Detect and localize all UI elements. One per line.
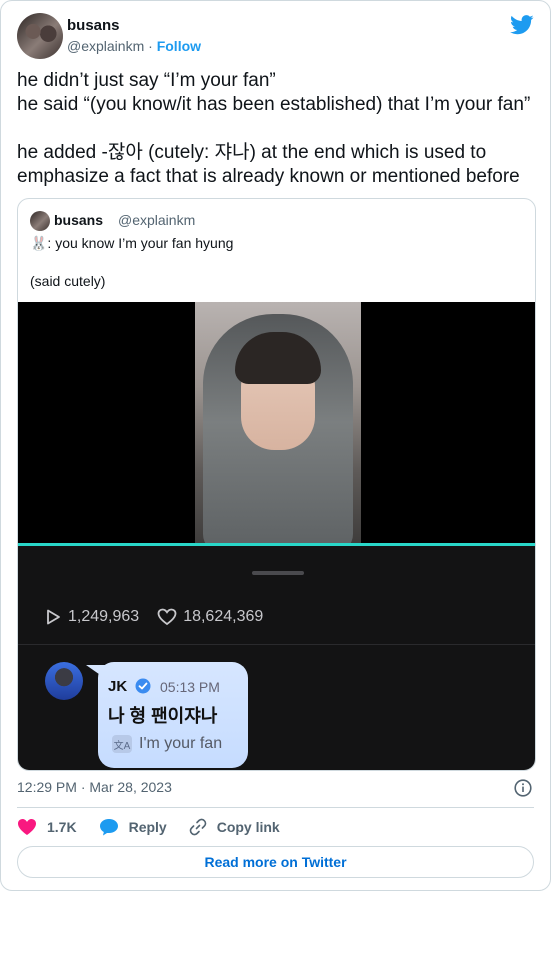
copy-link-button[interactable]: Copy link — [189, 818, 280, 836]
chat-time: 05:13 PM — [160, 679, 220, 695]
tweet-line: he didn’t just say “I’m your fan” — [17, 70, 276, 91]
author-handle[interactable]: @explainkm — [67, 38, 144, 54]
follow-link[interactable]: Follow — [157, 38, 201, 54]
chat-message: 나 형 팬이쟈나 — [108, 706, 218, 726]
sheet-drag-handle — [252, 571, 304, 575]
quoted-text-line: (said cutely) — [30, 273, 106, 289]
like-count: 1.7K — [47, 819, 77, 835]
reply-bubble-icon — [99, 819, 118, 836]
likes-count: 18,624,369 — [183, 608, 264, 625]
tweet-header: busans @explainkm · Follow — [17, 13, 534, 61]
twitter-bird-icon[interactable] — [510, 15, 534, 35]
chat-sender-avatar — [45, 662, 83, 700]
chat-sender-name: JK — [108, 678, 128, 695]
tweet-text: he didn’t just say “I’m your fan” he sai… — [17, 69, 537, 189]
quoted-media[interactable]: 1,249,963 18,624,369 JK 05:13 PM 나 형 팬이쟈… — [18, 302, 535, 770]
quoted-author-avatar — [30, 211, 50, 231]
translate-icon: 文A — [112, 735, 132, 753]
author-avatar[interactable] — [17, 13, 63, 59]
author-handle-row: @explainkm · Follow — [67, 38, 201, 54]
views-count: 1,249,963 — [68, 608, 140, 625]
media-divider — [18, 644, 535, 645]
author-name[interactable]: busans — [67, 17, 120, 34]
tweet-line: he added -잖아 (cutely: 쟈나) at the end whi… — [17, 142, 520, 187]
verified-check-icon — [135, 678, 151, 694]
quoted-author-name: busans — [54, 212, 104, 228]
quoted-author-handle: @explainkm — [118, 212, 196, 228]
views-stat: 1,249,963 — [44, 608, 139, 626]
copy-link-label: Copy link — [216, 819, 280, 835]
info-icon[interactable] — [514, 779, 532, 797]
reply-label: Reply — [128, 819, 167, 835]
tweet-timestamp[interactable]: 12:29 PM · Mar 28, 2023 — [17, 779, 172, 795]
read-more-button[interactable]: Read more on Twitter — [17, 846, 534, 878]
reply-button[interactable]: Reply — [99, 818, 167, 836]
actions-divider — [17, 807, 534, 808]
heart-icon — [18, 819, 36, 835]
quoted-text-line: 🐰: you know I’m your fan hyung — [30, 235, 234, 251]
video-stats: 1,249,963 18,624,369 — [44, 606, 281, 628]
quoted-tweet[interactable]: busans @explainkm 🐰: you know I’m your f… — [17, 198, 536, 771]
link-icon — [189, 818, 207, 836]
heart-outline-icon — [157, 608, 177, 626]
tweet-actions: 1.7K Reply Copy link — [17, 816, 302, 838]
tweet-card: busans @explainkm · Follow he didn’t jus… — [0, 0, 551, 891]
like-button[interactable]: 1.7K — [17, 818, 77, 836]
tweet-line-gap — [17, 117, 537, 141]
chat-translation: 文A I'm your fan — [108, 732, 226, 756]
chat-bubble: JK 05:13 PM 나 형 팬이쟈나 文A I'm your fan — [98, 662, 248, 768]
video-progress-bar — [18, 543, 535, 546]
likes-stat: 18,624,369 — [157, 608, 263, 626]
separator-dot: · — [148, 38, 153, 54]
video-thumbnail[interactable] — [195, 302, 361, 543]
play-icon — [47, 609, 60, 625]
chat-translation-text: I'm your fan — [139, 735, 223, 752]
tweet-line: he said “(you know/it has been establish… — [17, 94, 531, 115]
